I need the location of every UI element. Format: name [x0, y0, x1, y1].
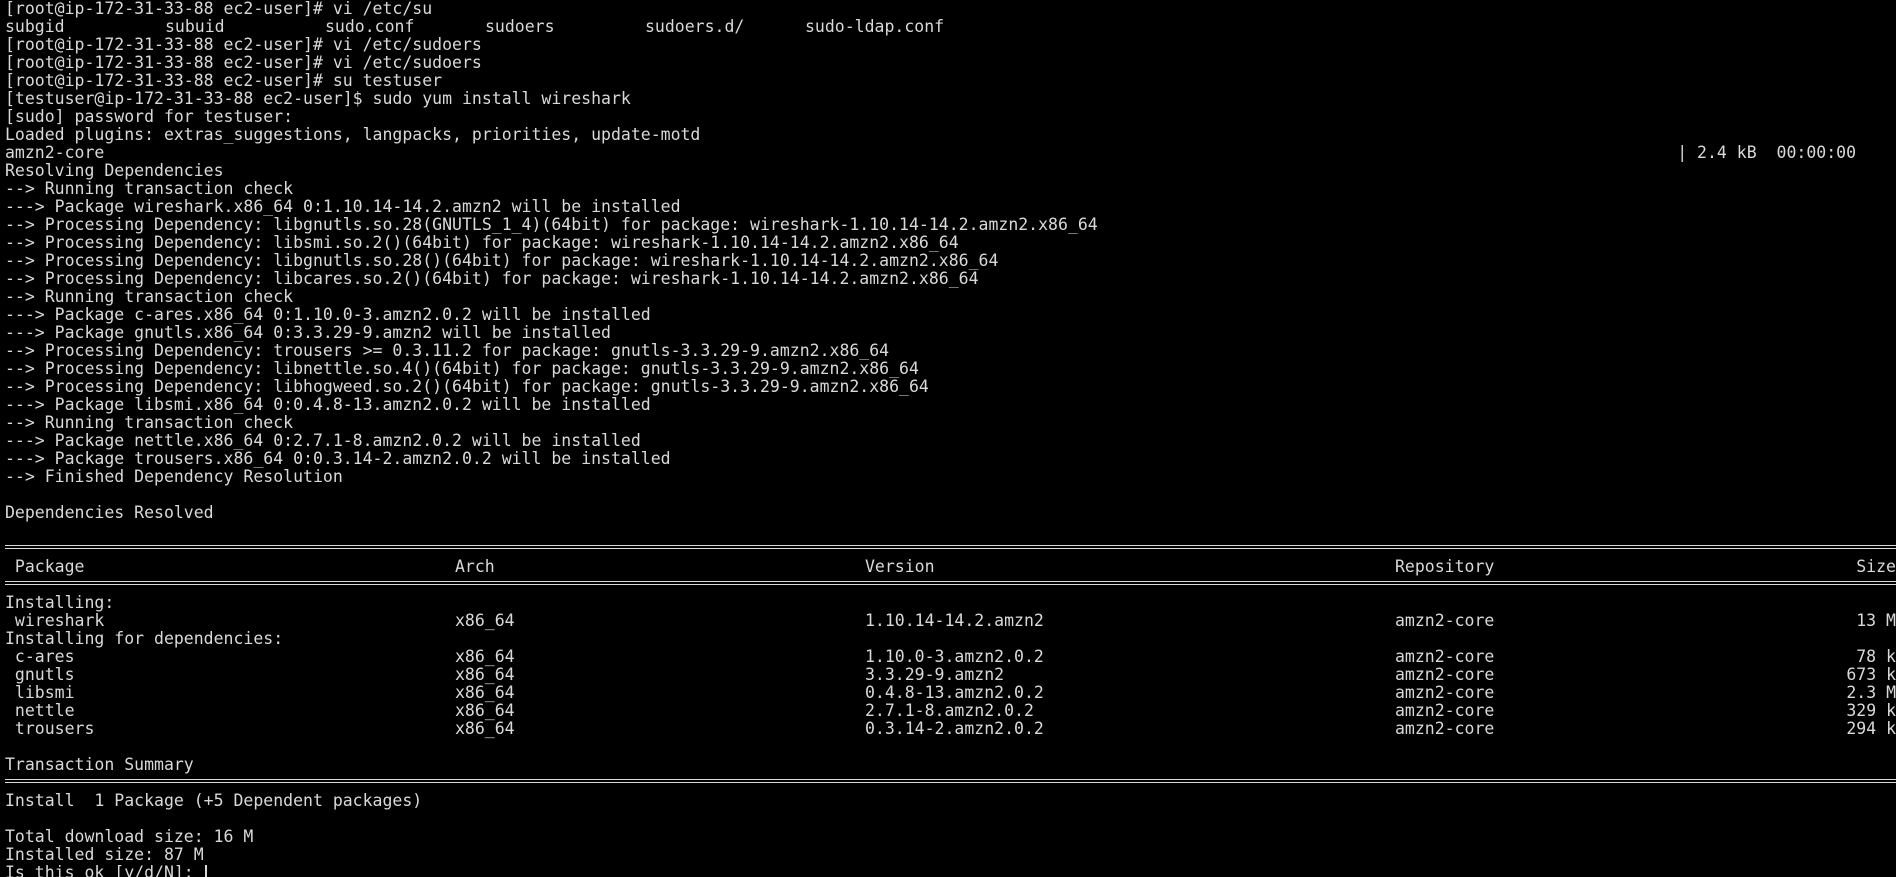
terminal-line: --> Processing Dependency: libnettle.so.…	[5, 360, 919, 378]
completion-item: sudoers.d/	[645, 17, 745, 36]
confirm-prompt: Is this ok [y/d/N]:	[5, 864, 204, 877]
terminal-line: ---> Package c-ares.x86_64 0:1.10.0-3.am…	[5, 306, 651, 324]
deps-resolved-heading: Dependencies Resolved	[5, 504, 214, 522]
terminal-line: --> Running transaction check	[5, 180, 294, 198]
terminal-line: --> Processing Dependency: libcares.so.2…	[5, 270, 979, 288]
terminal-line: ---> Package nettle.x86_64 0:2.7.1-8.amz…	[5, 432, 641, 450]
package-size: 673 k	[1846, 665, 1896, 684]
installing-label: Installing:	[5, 594, 115, 612]
package-repository: amzn2-core	[1395, 611, 1495, 630]
col-header-arch: Arch	[455, 557, 495, 576]
terminal-line: --> Processing Dependency: libsmi.so.2()…	[5, 234, 959, 252]
terminal-line: [root@ip-172-31-33-88 ec2-user]# vi /etc…	[5, 36, 482, 54]
total-download-size: Total download size: 16 M	[5, 828, 254, 846]
package-repository: amzn2-core	[1395, 665, 1495, 684]
table-rule	[5, 540, 1896, 558]
col-header-size: Size	[1856, 557, 1896, 576]
completion-item: subgid	[5, 17, 65, 36]
package-repository: amzn2-core	[1395, 719, 1495, 738]
repo-name: amzn2-core	[5, 143, 105, 162]
package-name: wireshark	[5, 611, 105, 630]
col-header-repository: Repository	[1395, 557, 1495, 576]
col-header-package: Package	[5, 557, 85, 576]
col-header-version: Version	[865, 557, 935, 576]
terminal-line: [root@ip-172-31-33-88 ec2-user]# su test…	[5, 72, 443, 90]
package-size: 329 k	[1846, 701, 1896, 720]
package-arch: x86_64	[455, 611, 515, 630]
completion-item: sudo.conf	[325, 17, 415, 36]
terminal-line: [testuser@ip-172-31-33-88 ec2-user]$ sud…	[5, 90, 631, 108]
package-name: libsmi	[5, 683, 75, 702]
package-name: nettle	[5, 701, 75, 720]
package-version: 2.7.1-8.amzn2.0.2	[865, 701, 1034, 720]
package-repository: amzn2-core	[1395, 683, 1495, 702]
package-name: c-ares	[5, 647, 75, 666]
completion-item: subuid	[165, 17, 225, 36]
terminal-line: --> Running transaction check	[5, 288, 294, 306]
terminal-line: ---> Package trousers.x86_64 0:0.3.14-2.…	[5, 450, 671, 468]
terminal-line: [root@ip-172-31-33-88 ec2-user]# vi /etc…	[5, 54, 482, 72]
table-row: c-ares x86_64 1.10.0-3.amzn2.0.2 amzn2-c…	[5, 648, 1896, 666]
package-arch: x86_64	[455, 701, 515, 720]
package-size: 13 M	[1856, 611, 1896, 630]
confirm-prompt-line[interactable]: Is this ok [y/d/N]:	[5, 864, 1896, 877]
terminal-line: ---> Package wireshark.x86_64 0:1.10.14-…	[5, 198, 681, 216]
package-size: 294 k	[1846, 719, 1896, 738]
summary-rule	[5, 774, 1896, 792]
terminal-line: [sudo] password for testuser:	[5, 108, 294, 126]
package-version: 3.3.29-9.amzn2	[865, 665, 1005, 684]
transaction-summary-heading: Transaction Summary	[5, 756, 194, 774]
installed-size: Installed size: 87 M	[5, 846, 204, 864]
package-repository: amzn2-core	[1395, 647, 1495, 666]
terminal-line: --> Running transaction check	[5, 414, 294, 432]
package-version: 1.10.14-14.2.amzn2	[865, 611, 1044, 630]
table-rule	[5, 576, 1896, 594]
terminal-line: --> Processing Dependency: libhogweed.so…	[5, 378, 929, 396]
terminal-line: --> Processing Dependency: libgnutls.so.…	[5, 252, 999, 270]
terminal-line: Resolving Dependencies	[5, 162, 224, 180]
terminal-line: --> Finished Dependency Resolution	[5, 468, 343, 486]
completion-item: sudo-ldap.conf	[805, 17, 945, 36]
package-arch: x86_64	[455, 647, 515, 666]
package-repository: amzn2-core	[1395, 701, 1495, 720]
table-row: nettle x86_64 2.7.1-8.amzn2.0.2 amzn2-co…	[5, 702, 1896, 720]
table-row: libsmi x86_64 0.4.8-13.amzn2.0.2 amzn2-c…	[5, 684, 1896, 702]
repo-download-row: amzn2-core | 2.4 kB 00:00:00	[5, 144, 1896, 162]
text-cursor[interactable]	[204, 865, 207, 877]
terminal-line: --> Processing Dependency: libgnutls.so.…	[5, 216, 1098, 234]
terminal-line: Loaded plugins: extras_suggestions, lang…	[5, 126, 701, 144]
terminal-line: ---> Package libsmi.x86_64 0:0.4.8-13.am…	[5, 396, 651, 414]
table-row: wireshark x86_64 1.10.14-14.2.amzn2 amzn…	[5, 612, 1896, 630]
deps-label: Installing for dependencies:	[5, 630, 284, 648]
package-version: 0.4.8-13.amzn2.0.2	[865, 683, 1044, 702]
tab-completion-row: subgid subuid sudo.conf sudoers sudoers.…	[5, 18, 1896, 36]
repo-download-progress: | 2.4 kB 00:00:00	[1677, 143, 1856, 162]
terminal-line: ---> Package gnutls.x86_64 0:3.3.29-9.am…	[5, 324, 611, 342]
install-summary: Install 1 Package (+5 Dependent packages…	[5, 792, 423, 810]
terminal-window[interactable]: [root@ip-172-31-33-88 ec2-user]# vi /etc…	[0, 0, 1896, 877]
package-version: 0.3.14-2.amzn2.0.2	[865, 719, 1044, 738]
package-name: trousers	[5, 719, 95, 738]
package-arch: x86_64	[455, 719, 515, 738]
table-header-row: Package Arch Version Repository Size	[5, 558, 1896, 576]
package-version: 1.10.0-3.amzn2.0.2	[865, 647, 1044, 666]
terminal-line: [root@ip-172-31-33-88 ec2-user]# vi /etc…	[5, 0, 433, 18]
package-size: 2.3 M	[1846, 683, 1896, 702]
package-name: gnutls	[5, 665, 75, 684]
package-arch: x86_64	[455, 665, 515, 684]
completion-item: sudoers	[485, 17, 555, 36]
table-row: trousers x86_64 0.3.14-2.amzn2.0.2 amzn2…	[5, 720, 1896, 738]
package-arch: x86_64	[455, 683, 515, 702]
package-size: 78 k	[1856, 647, 1896, 666]
terminal-line: --> Processing Dependency: trousers >= 0…	[5, 342, 890, 360]
table-row: gnutls x86_64 3.3.29-9.amzn2 amzn2-core …	[5, 666, 1896, 684]
